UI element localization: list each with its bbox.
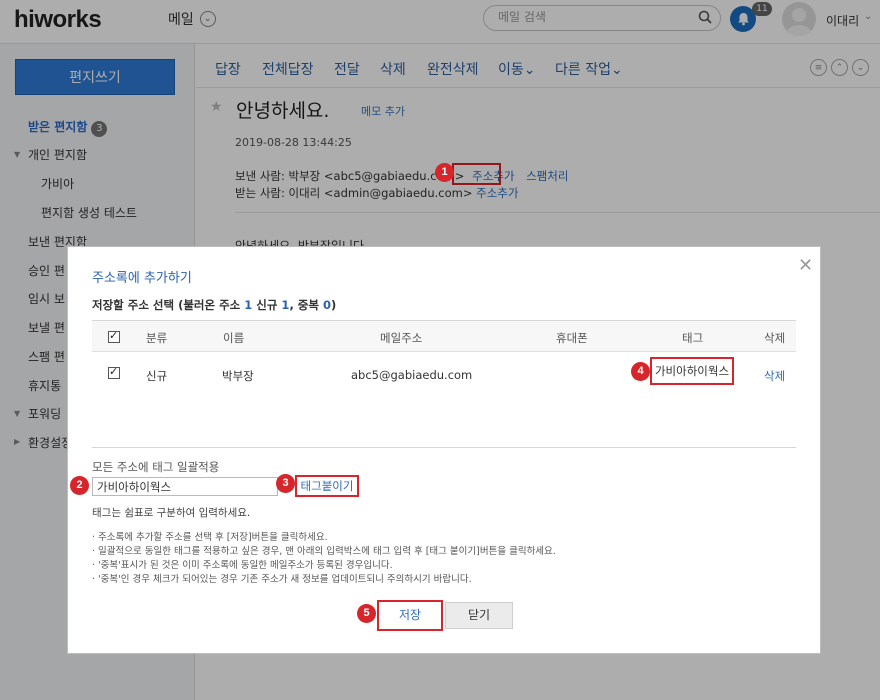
tag-help-text: 태그는 쉼표로 구분하여 입력하세요. [92,507,251,519]
row-type: 신규 [146,369,168,383]
row-delete-link[interactable]: 삭제 [764,368,785,384]
column-tag: 태그 [682,331,704,345]
bulk-tag-input[interactable] [92,477,278,496]
apply-tag-button[interactable]: 태그붙이기 [295,475,359,497]
column-name: 이름 [223,331,245,345]
summary-suffix: ) [331,298,337,312]
close-icon[interactable]: ✕ [798,255,813,276]
row-email: abc5@gabiaedu.com [351,368,473,382]
save-button[interactable]: 저장 [377,600,443,631]
close-button[interactable]: 닫기 [445,602,513,629]
column-email: 메일주소 [380,331,423,345]
row-checkbox[interactable] [108,365,120,379]
step-marker-1: 1 [435,163,454,182]
note-line: · '중복'표시가 된 것은 이미 주소록에 동일한 메일주소가 등록된 경우입… [92,560,393,571]
selection-summary: 저장할 주소 선택 (불러온 주소 1 신규 1, 중복 0) [92,297,336,313]
note-line: · 주소록에 추가할 주소를 선택 후 [저장]버튼을 클릭하세요. [92,532,328,543]
step-marker-5: 5 [357,604,376,623]
step-marker-4: 4 [631,362,650,381]
column-delete: 삭제 [764,331,786,345]
step-marker-3: 3 [276,474,295,493]
note-line: · 일괄적으로 동일한 태그를 적용하고 싶은 경우, 맨 아래의 입력박스에 … [92,546,556,557]
row-tag-cell[interactable]: 가비아하이웍스 [650,357,734,385]
column-phone: 휴대폰 [556,331,588,345]
row-name: 박부장 [222,369,254,383]
summary-dup: , 중복 [289,298,323,312]
note-line: · '중복'인 경우 체크가 되어있는 경우 기존 주소가 새 정보를 업데이트… [92,574,472,585]
dup-count: 0 [322,298,331,312]
dialog-notes: · 주소록에 추가할 주소를 선택 후 [저장]버튼을 클릭하세요. · 일괄적… [92,531,556,587]
bulk-tag-label: 모든 주소에 태그 일괄적용 [92,460,220,474]
dialog-title: 주소록에 추가하기 [92,271,192,286]
summary-prefix: 저장할 주소 선택 (불러온 주소 [92,298,245,312]
column-type: 분류 [146,331,168,345]
add-to-contacts-dialog: 주소록에 추가하기 ✕ 저장할 주소 선택 (불러온 주소 1 신규 1, 중복… [67,246,821,654]
step-marker-2: 2 [70,476,89,495]
table-bottom-divider [92,447,796,448]
select-all-checkbox[interactable] [108,329,120,343]
contacts-table-header: 분류 이름 메일주소 휴대폰 태그 삭제 [92,320,796,352]
summary-new: 신규 [252,298,282,312]
